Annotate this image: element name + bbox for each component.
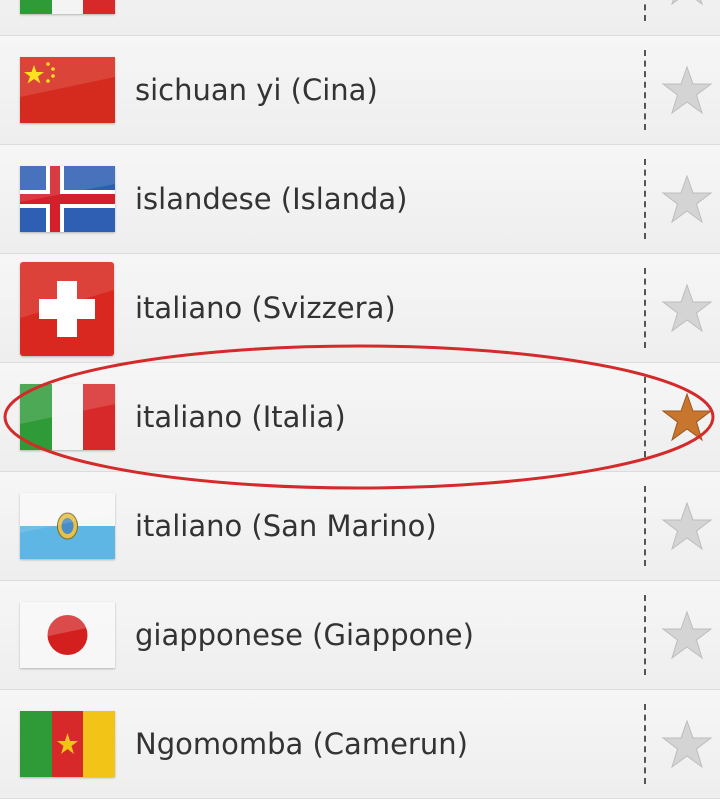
favorite-star-icon[interactable] <box>660 0 714 9</box>
row-divider <box>644 377 646 457</box>
list-item-ngomomba[interactable]: Ngomomba (Camerun) <box>0 690 720 799</box>
favorite-star-icon[interactable] <box>660 718 714 772</box>
list-item-italiano-italia[interactable]: italiano (Italia) <box>0 363 720 472</box>
favorite-star-icon[interactable] <box>660 500 714 554</box>
list-item-sichuan-yi[interactable]: sichuan yi (Cina) <box>0 36 720 145</box>
list-item-islandese[interactable]: islandese (Islanda) <box>0 145 720 254</box>
language-list: sichuan yi (Cina) islandese (Islanda) it… <box>0 0 720 799</box>
list-item-italiano-partial[interactable] <box>0 0 720 36</box>
language-label: sichuan yi (Cina) <box>135 73 378 107</box>
row-divider <box>644 159 646 239</box>
favorite-star-icon[interactable] <box>660 64 714 118</box>
italy-flag-icon <box>20 0 115 14</box>
cameroon-flag-icon <box>20 711 115 777</box>
japan-flag-icon <box>20 602 115 668</box>
san-marino-flag-icon <box>20 493 115 559</box>
favorite-star-icon[interactable] <box>660 609 714 663</box>
row-divider <box>644 704 646 784</box>
row-divider <box>644 0 646 21</box>
favorite-star-icon[interactable] <box>660 173 714 227</box>
italy-flag-icon <box>20 384 115 450</box>
list-item-giapponese[interactable]: giapponese (Giappone) <box>0 581 720 690</box>
row-divider <box>644 268 646 348</box>
list-item-italiano-san-marino[interactable]: italiano (San Marino) <box>0 472 720 581</box>
language-label: italiano (Svizzera) <box>135 291 396 325</box>
favorite-star-icon[interactable] <box>660 282 714 336</box>
row-divider <box>644 50 646 130</box>
language-label: italiano (Italia) <box>135 400 346 434</box>
switzerland-flag-icon <box>20 262 114 356</box>
list-item-italiano-svizzera[interactable]: italiano (Svizzera) <box>0 254 720 363</box>
language-label: giapponese (Giappone) <box>135 618 474 652</box>
language-label: Ngomomba (Camerun) <box>135 727 468 761</box>
row-divider <box>644 486 646 566</box>
row-divider <box>644 595 646 675</box>
language-label: islandese (Islanda) <box>135 182 408 216</box>
favorite-star-icon-selected[interactable] <box>660 391 714 445</box>
language-label: italiano (San Marino) <box>135 509 437 543</box>
china-flag-icon <box>20 57 115 123</box>
iceland-flag-icon <box>20 166 115 232</box>
